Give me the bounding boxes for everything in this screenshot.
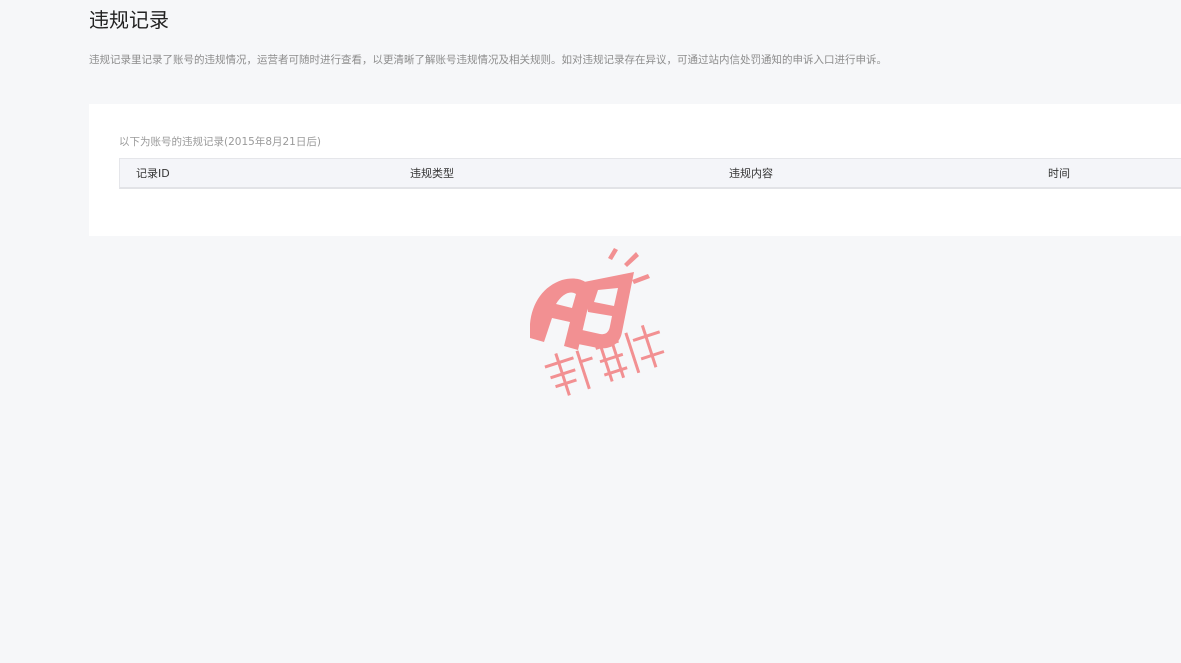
violation-records-page: 违规记录 违规记录里记录了账号的违规情况，运营者可随时进行查看，以更清晰了解账号… (0, 0, 1181, 663)
records-table-header: 记录ID 违规类型 违规内容 时间 (119, 158, 1181, 189)
column-header-violation-type: 违规类型 (410, 167, 454, 180)
column-header-violation-content: 违规内容 (729, 167, 773, 180)
column-header-time: 时间 (1048, 167, 1070, 180)
column-header-record-id: 记录ID (136, 167, 170, 180)
records-caption: 以下为账号的违规记录(2015年8月21日后) (119, 136, 321, 148)
records-panel: 以下为账号的违规记录(2015年8月21日后) 记录ID 违规类型 违规内容 时… (89, 104, 1181, 236)
page-description: 违规记录里记录了账号的违规情况，运营者可随时进行查看，以更清晰了解账号违规情况及… (89, 54, 887, 66)
page-title: 违规记录 (89, 8, 169, 32)
a5-media-watermark-logo (530, 248, 665, 396)
